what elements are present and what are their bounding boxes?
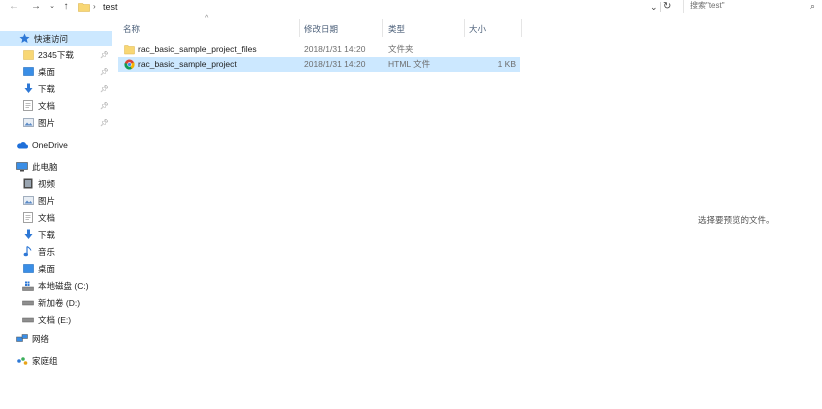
nav-quick-downloads[interactable]: 下载 [22,81,55,96]
drive-icon [22,314,34,325]
pin-icon[interactable]: 📌︎ [100,51,109,59]
breadcrumb-separator: › [93,2,96,11]
search-input[interactable] [690,1,800,10]
column-headers: ^ 名称 修改日期 类型 大小 [118,15,522,39]
column-divider[interactable] [464,19,465,37]
nav-videos-label: 视频 [38,178,56,189]
file-row[interactable]: rac_basic_sample_project_files 2018/1/31… [118,42,520,57]
column-header-name[interactable]: 名称 [123,23,140,35]
system-drive-icon [22,280,34,291]
pin-icon[interactable]: 📌︎ [100,102,109,110]
column-header-type[interactable]: 类型 [388,23,405,35]
nav-onedrive[interactable]: OneDrive [16,137,68,152]
cloud-icon [16,139,28,150]
file-type: HTML 文件 [388,59,431,69]
preview-pane-message: 选择要预览的文件。 [698,215,775,225]
desktop-icon [22,66,34,77]
computer-icon [16,161,28,172]
nav-drive-d[interactable]: 新加卷 (D:) [22,295,80,310]
column-header-size[interactable]: 大小 [469,23,486,35]
folder-icon [78,3,90,12]
file-date: 2018/1/31 14:20 [304,44,366,54]
nav-homegroup[interactable]: 家庭组 [16,353,58,368]
pin-icon[interactable]: 📌︎ [100,85,109,93]
drive-icon [22,297,34,308]
nav-pictures[interactable]: 图片 [22,193,55,208]
search-box[interactable]: ⌕ [683,0,822,13]
file-row-selected[interactable]: rac_basic_sample_project 2018/1/31 14:20… [118,57,520,72]
forward-arrow-icon[interactable]: → [30,1,42,13]
search-icon[interactable]: ⌕ [810,1,815,12]
column-divider[interactable] [382,19,383,37]
file-name: rac_basic_sample_project_files [138,44,257,54]
video-icon [22,178,34,189]
nav-desktop[interactable]: 桌面 [22,261,55,276]
folder-icon [22,49,34,60]
document-icon [22,100,34,111]
nav-this-pc-label: 此电脑 [32,161,58,172]
file-type: 文件夹 [388,44,414,54]
nav-downloads-label: 下载 [38,229,56,240]
nav-music-label: 音乐 [38,246,56,257]
nav-network-label: 网络 [32,333,50,344]
nav-drive-e-label: 文档 (E:) [38,314,72,325]
address-bar: ← → ⌄ ↑ › test ⌄ ↻ ⌕ [0,0,822,15]
navigation-pane: 快速访问 2345下载 📌︎ 桌面 📌︎ 下载 📌︎ 文档 📌︎ 图片 📌︎ O… [0,26,112,409]
music-icon [22,246,34,257]
column-divider[interactable] [299,19,300,37]
column-divider[interactable] [521,19,522,37]
nav-quick-downloads-label: 下载 [38,83,56,94]
nav-quick-desktop[interactable]: 桌面 [22,64,55,79]
address-dropdown-button[interactable]: ⌄ [650,1,658,13]
nav-desktop-label: 桌面 [38,263,56,274]
nav-documents-label: 文档 [38,212,56,223]
refresh-button[interactable]: ↻ [663,1,671,13]
document-icon [22,212,34,223]
download-icon [22,83,34,94]
chrome-icon [124,59,135,70]
pin-icon[interactable]: 📌︎ [100,68,109,76]
nav-homegroup-label: 家庭组 [32,355,58,366]
nav-downloads[interactable]: 下载 [22,227,55,242]
nav-onedrive-label: OneDrive [32,139,68,150]
nav-drive-c-label: 本地磁盘 (C:) [38,280,89,291]
nav-network[interactable]: 网络 [16,331,49,346]
nav-quick-pictures[interactable]: 图片 [22,115,55,130]
folder-icon [124,45,135,55]
nav-2345download-label: 2345下载 [38,49,74,60]
picture-icon [22,117,34,128]
nav-this-pc[interactable]: 此电脑 [16,159,58,174]
nav-quick-documents-label: 文档 [38,100,56,111]
file-size: 1 KB [497,59,516,69]
nav-quick-documents[interactable]: 文档 [22,98,55,113]
star-icon [18,33,30,44]
nav-quick-access-label: 快速访问 [34,33,69,44]
homegroup-icon [16,355,28,366]
picture-icon [22,195,34,206]
nav-quick-pictures-label: 图片 [38,117,56,128]
nav-2345download[interactable]: 2345下载 [22,47,74,62]
file-date: 2018/1/31 14:20 [304,59,366,69]
pin-icon[interactable]: 📌︎ [100,119,109,127]
nav-drive-d-label: 新加卷 (D:) [38,297,81,308]
sort-ascending-icon: ^ [205,15,209,22]
nav-quick-access[interactable]: 快速访问 [0,31,112,46]
nav-videos[interactable]: 视频 [22,176,55,191]
file-name: rac_basic_sample_project [138,59,237,69]
nav-documents[interactable]: 文档 [22,210,55,225]
nav-quick-desktop-label: 桌面 [38,66,56,77]
up-arrow-icon[interactable]: ↑ [60,1,72,13]
breadcrumb-test[interactable]: test [103,1,118,13]
nav-drive-c[interactable]: 本地磁盘 (C:) [22,278,89,293]
desktop-icon [22,263,34,274]
nav-drive-e[interactable]: 文档 (E:) [22,312,71,327]
address-divider [660,2,661,12]
network-icon [16,333,28,344]
chevron-down-icon[interactable]: ⌄ [46,1,58,13]
nav-pictures-label: 图片 [38,195,56,206]
column-header-date[interactable]: 修改日期 [304,23,338,35]
download-icon [22,229,34,240]
nav-music[interactable]: 音乐 [22,244,55,259]
back-arrow-icon[interactable]: ← [8,1,20,13]
